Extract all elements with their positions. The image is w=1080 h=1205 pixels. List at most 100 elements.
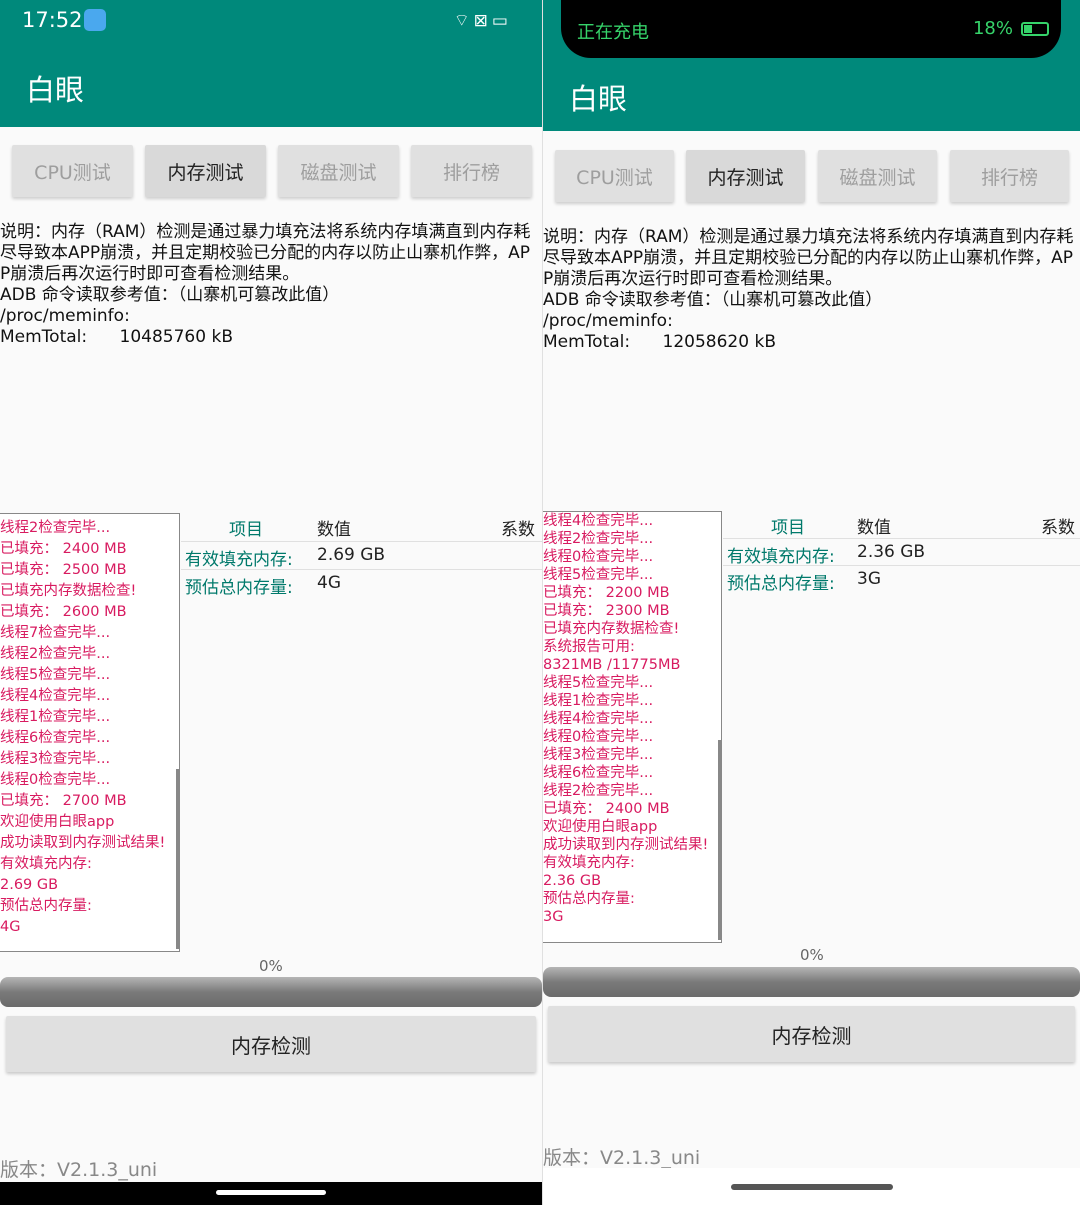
log-line: 已填充： 2400 MB: [543, 801, 670, 817]
log-line: 系统报告可用:: [543, 639, 635, 655]
row-value: 3G: [857, 569, 881, 589]
log-line: 线程2检查完毕...: [543, 531, 654, 547]
log-line: 预估总内存量:: [0, 898, 92, 914]
table-row: 有效填充内存: 2.69 GB: [181, 541, 542, 570]
memory-test-button[interactable]: 内存检测: [548, 1006, 1075, 1062]
log-line: 成功读取到内存测试结果!: [543, 837, 709, 853]
left-phone-screen: 17:52 ⌔⊠▭ 白眼 CPU测试 内存测试 磁盘测试 排行榜 说明：内存（R…: [0, 0, 542, 1205]
log-line: 线程3检查完毕...: [543, 747, 654, 763]
log-line: 2.36 GB: [543, 873, 602, 889]
log-line: 线程0检查完毕...: [543, 549, 654, 565]
row-value: 2.36 GB: [857, 542, 926, 562]
progress-label: 0%: [259, 957, 283, 975]
status-icons: ⌔⊠▭: [453, 11, 512, 31]
log-line: 欢迎使用白眼app: [0, 814, 115, 830]
row-key: 预估总内存量:: [185, 578, 293, 598]
log-line: 已填充内存数据检查!: [543, 621, 680, 637]
log-line: 线程2检查完毕...: [0, 646, 111, 662]
log-line: 3G: [543, 909, 564, 925]
log-line: 欢迎使用白眼app: [543, 819, 658, 835]
log-line: 已填充： 2500 MB: [0, 562, 127, 578]
table-header-coef: 系数: [501, 520, 535, 540]
tab-cpu[interactable]: CPU测试: [12, 145, 133, 197]
log-line: 有效填充内存:: [0, 856, 92, 872]
status-bar: 正在充电 18%: [543, 0, 1080, 60]
log-lines: 线程4检查完毕... 线程2检查完毕... 线程0检查完毕... 线程5检查完毕...…: [543, 512, 721, 926]
description-text: 说明：内存（RAM）检测是通过暴力填充法将系统内存填满直到内存耗尽导致本APP崩…: [0, 222, 531, 347]
progress-bar: [543, 967, 1080, 997]
log-line: 线程4检查完毕...: [543, 711, 654, 727]
log-line: 线程1检查完毕...: [0, 709, 111, 725]
table-header-item: 项目: [229, 520, 263, 540]
log-line: 线程2检查完毕...: [0, 520, 111, 536]
charging-text: 正在充电: [577, 22, 649, 43]
tab-disk[interactable]: 磁盘测试: [278, 145, 399, 197]
result-table: 项目 数值 系数 有效填充内存: 2.36 GB 预估总内存量: 3G: [723, 511, 1080, 599]
tab-ranking[interactable]: 排行榜: [950, 150, 1069, 202]
tab-cpu[interactable]: CPU测试: [555, 150, 674, 202]
row-key: 预估总内存量:: [727, 574, 835, 594]
row-value: 2.69 GB: [317, 545, 386, 565]
log-line: 已填充： 2400 MB: [0, 541, 127, 557]
log-line: 已填充内存数据检查!: [0, 583, 137, 599]
log-line: 线程7检查完毕...: [0, 625, 111, 641]
log-line: 线程4检查完毕...: [543, 513, 654, 529]
log-line: 8321MB /11775MB: [543, 657, 681, 673]
log-panel[interactable]: 线程2检查完毕... 已填充： 2400 MB 已填充： 2500 MB 已填充内存数…: [0, 513, 180, 952]
right-phone-screen: 正在充电 18% 白眼 CPU测试 内存测试 磁盘测试 排行榜 说明：内存（RA…: [543, 0, 1080, 1205]
row-key: 有效填充内存:: [185, 550, 293, 570]
log-line: 有效填充内存:: [543, 855, 635, 871]
table-row: 预估总内存量: 4G: [181, 569, 542, 598]
home-gesture-handle[interactable]: [216, 1190, 326, 1195]
navigation-bar: [0, 1182, 542, 1205]
progress-label: 0%: [800, 946, 824, 964]
log-line: 线程0检查完毕...: [0, 772, 111, 788]
tab-memory[interactable]: 内存测试: [686, 150, 805, 202]
log-line: 线程2检查完毕...: [543, 783, 654, 799]
log-line: 已填充： 2600 MB: [0, 604, 127, 620]
home-gesture-handle[interactable]: [731, 1184, 893, 1190]
log-panel[interactable]: 线程4检查完毕... 线程2检查完毕... 线程0检查完毕... 线程5检查完毕...…: [543, 511, 722, 943]
log-line: 成功读取到内存测试结果!: [0, 835, 166, 851]
progress-bar: [0, 977, 542, 1007]
log-line: 已填充： 2200 MB: [543, 585, 670, 601]
table-header-item: 项目: [771, 518, 805, 538]
app-bar: 白眼: [0, 43, 542, 127]
log-line: 线程4检查完毕...: [0, 688, 111, 704]
app-bar: 白眼: [543, 60, 1080, 131]
table-header-coef: 系数: [1041, 518, 1075, 538]
charging-pill: 正在充电 18%: [561, 0, 1061, 58]
log-lines: 线程2检查完毕... 已填充： 2400 MB 已填充： 2500 MB 已填充内存数…: [0, 518, 179, 938]
log-scrollbar[interactable]: [718, 740, 721, 940]
table-row: 有效填充内存: 2.36 GB: [723, 538, 1080, 567]
table-header-value: 数值: [857, 518, 891, 538]
memory-test-button[interactable]: 内存检测: [6, 1016, 536, 1072]
status-time: 17:52: [22, 8, 83, 32]
log-line: 线程5检查完毕...: [543, 675, 654, 691]
log-line: 线程1检查完毕...: [543, 693, 654, 709]
log-line: 线程6检查完毕...: [543, 765, 654, 781]
log-line: 线程5检查完毕...: [543, 567, 654, 583]
log-line: 已填充： 2300 MB: [543, 603, 670, 619]
row-key: 有效填充内存:: [727, 547, 835, 567]
app-title: 白眼: [569, 82, 628, 116]
app-title: 白眼: [26, 73, 85, 107]
log-line: 线程3检查完毕...: [0, 751, 111, 767]
description-text: 说明：内存（RAM）检测是通过暴力填充法将系统内存填满直到内存耗尽导致本APP崩…: [543, 227, 1074, 352]
log-line: 2.69 GB: [0, 877, 59, 893]
tab-memory[interactable]: 内存测试: [145, 145, 266, 197]
version-text: 版本：V2.1.3_uni: [0, 1159, 158, 1181]
log-scrollbar[interactable]: [176, 769, 179, 949]
row-value: 4G: [317, 573, 341, 593]
log-line: 已填充： 2700 MB: [0, 793, 127, 809]
status-bar: 17:52 ⌔⊠▭: [0, 0, 542, 43]
log-line: 线程6检查完毕...: [0, 730, 111, 746]
version-text: 版本：V2.1.3_uni: [543, 1147, 701, 1169]
tab-disk[interactable]: 磁盘测试: [818, 150, 937, 202]
log-line: 线程5检查完毕...: [0, 667, 111, 683]
tab-ranking[interactable]: 排行榜: [411, 145, 532, 197]
log-line: 预估总内存量:: [543, 891, 635, 907]
table-row: 预估总内存量: 3G: [723, 565, 1080, 594]
table-header-value: 数值: [317, 520, 351, 540]
notification-app-icon: [84, 9, 106, 31]
